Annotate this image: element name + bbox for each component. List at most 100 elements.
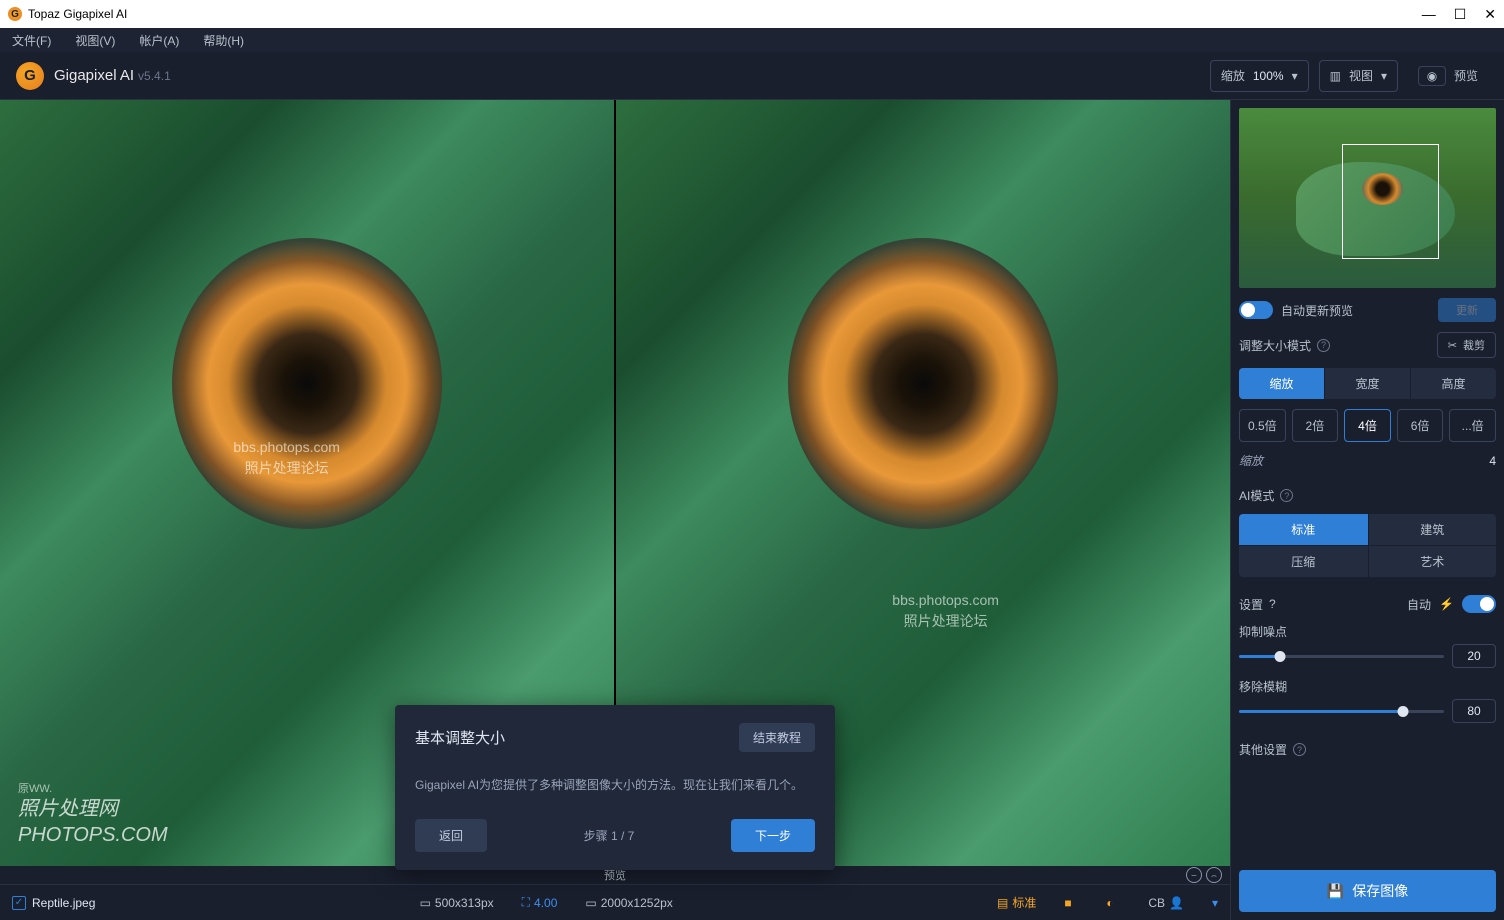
other-settings-label: 其他设置 xyxy=(1239,741,1287,758)
settings-label: 设置 xyxy=(1239,596,1263,613)
main-area: bbs.photops.com 照片处理论坛 bbs.photops.com 照… xyxy=(0,100,1230,920)
tutorial-description: Gigapixel AI为您提供了多种调整图像大小的方法。现在让我们来看几个。 xyxy=(415,776,815,795)
blur-slider[interactable] xyxy=(1239,710,1444,713)
crop-button[interactable]: ✂ 裁剪 xyxy=(1437,332,1496,358)
close-icon[interactable]: ✕ xyxy=(1484,6,1496,23)
watermark: bbs.photops.com 照片处理论坛 xyxy=(892,590,999,632)
noise-slider[interactable] xyxy=(1239,655,1444,658)
noise-slider-block: 抑制噪点 20 xyxy=(1239,623,1496,668)
lizard-eye xyxy=(788,238,1058,529)
menu-help[interactable]: 帮助(H) xyxy=(203,32,244,49)
help-icon[interactable]: ? xyxy=(1269,597,1276,611)
auto-update-label: 自动更新预览 xyxy=(1281,302,1430,319)
toolbar: G Gigapixel AI v5.4.1 缩放 100% ▾ ▥ 视图 ▾ ◉… xyxy=(0,52,1504,100)
ai-tab-compress[interactable]: 压缩 xyxy=(1239,545,1368,577)
blur-value[interactable]: 80 xyxy=(1452,699,1496,723)
window-title: Topaz Gigapixel AI xyxy=(28,7,1422,21)
output-dimensions: ▭ 2000x1252px xyxy=(585,896,672,910)
auto-update-toggle[interactable] xyxy=(1239,301,1273,319)
expand-icon: ⛶ xyxy=(522,895,530,910)
scale-4x[interactable]: 4倍 xyxy=(1344,409,1391,442)
tab-scale[interactable]: 缩放 xyxy=(1239,368,1324,399)
minimize-icon[interactable]: — xyxy=(1422,6,1436,23)
app-logo: G xyxy=(16,62,44,90)
menu-account[interactable]: 帐户(A) xyxy=(139,32,179,49)
scale-custom[interactable]: ...倍 xyxy=(1449,409,1496,442)
chevron-down-icon: ▾ xyxy=(1292,69,1298,83)
scale-factor: ⛶ 4.00 xyxy=(522,895,558,910)
sad-face-icon[interactable]: ⌢ xyxy=(1206,867,1222,883)
scale-05x[interactable]: 0.5倍 xyxy=(1239,409,1286,442)
ai-tab-architecture[interactable]: 建筑 xyxy=(1368,514,1497,545)
save-image-button[interactable]: 💾 保存图像 xyxy=(1239,870,1496,912)
noise-label: 抑制噪点 xyxy=(1239,623,1287,640)
help-icon[interactable]: ? xyxy=(1293,743,1306,756)
scale-2x[interactable]: 2倍 xyxy=(1292,409,1339,442)
crop-icon: ✂ xyxy=(1448,339,1457,352)
help-icon[interactable]: ? xyxy=(1317,339,1330,352)
thumbnail-navigator[interactable] xyxy=(1239,108,1496,288)
crop-region[interactable] xyxy=(1342,144,1440,259)
mode-indicator: ▤ 标准 xyxy=(997,894,1036,911)
scale-6x[interactable]: 6倍 xyxy=(1397,409,1444,442)
ai-mode-label: AI模式 xyxy=(1239,487,1274,504)
tutorial-back-button[interactable]: 返回 xyxy=(415,819,487,852)
menu-file[interactable]: 文件(F) xyxy=(12,32,51,49)
app-version: v5.4.1 xyxy=(138,69,171,83)
zoom-value: 100% xyxy=(1253,69,1284,83)
lizard-eye xyxy=(172,238,442,529)
tab-height[interactable]: 高度 xyxy=(1410,368,1496,399)
view-label: 视图 xyxy=(1349,67,1373,84)
window-titlebar: G Topaz Gigapixel AI — ☐ ✕ xyxy=(0,0,1504,28)
preview-control[interactable]: ◉ 预览 xyxy=(1408,60,1488,92)
auto-settings-toggle[interactable] xyxy=(1462,595,1496,613)
chevron-down-icon[interactable]: ▾ xyxy=(1212,896,1218,910)
scale-label: 缩放 xyxy=(1239,452,1263,469)
noise-value[interactable]: 20 xyxy=(1452,644,1496,668)
happy-face-icon[interactable]: ⌣ xyxy=(1186,867,1202,883)
menu-view[interactable]: 视图(V) xyxy=(75,32,115,49)
eye-icon: ◉ xyxy=(1418,66,1446,86)
filename: Reptile.jpeg xyxy=(32,896,95,910)
dimensions-icon: ▭ xyxy=(585,896,596,910)
tutorial-popup: 基本调整大小 结束教程 Gigapixel AI为您提供了多种调整图像大小的方法… xyxy=(395,705,835,870)
help-icon[interactable]: ? xyxy=(1280,489,1293,502)
blur-label: 移除模糊 xyxy=(1239,678,1287,695)
end-tutorial-button[interactable]: 结束教程 xyxy=(739,723,815,752)
resize-mode-tabs: 缩放 宽度 高度 xyxy=(1239,368,1496,399)
zoom-label: 缩放 xyxy=(1221,67,1245,84)
refresh-button[interactable]: 更新 xyxy=(1438,298,1496,322)
original-dimensions: ▭ 500x313px xyxy=(420,896,494,910)
menubar: 文件(F) 视图(V) 帐户(A) 帮助(H) xyxy=(0,28,1504,52)
tutorial-title: 基本调整大小 xyxy=(415,727,505,748)
dimensions-icon: ▭ xyxy=(420,896,431,910)
chevron-down-icon: ▾ xyxy=(1381,69,1387,83)
person-icon: 👤 xyxy=(1169,896,1184,910)
view-control[interactable]: ▥ 视图 ▾ xyxy=(1319,60,1398,92)
sidebar: 自动更新预览 更新 调整大小模式 ? ✂ 裁剪 缩放 宽度 高度 0.5倍 2倍… xyxy=(1230,100,1504,920)
tab-width[interactable]: 宽度 xyxy=(1324,368,1410,399)
zoom-control[interactable]: 缩放 100% ▾ xyxy=(1210,60,1309,92)
save-icon: 💾 xyxy=(1327,883,1344,900)
blur-slider-block: 移除模糊 80 xyxy=(1239,678,1496,723)
resize-mode-label: 调整大小模式 xyxy=(1239,337,1311,354)
corner-watermark: 原WW. 照片处理网 PHOTOPS.COM xyxy=(18,782,168,848)
maximize-icon[interactable]: ☐ xyxy=(1454,6,1467,23)
file-checkbox[interactable]: ✓ xyxy=(12,896,26,910)
tutorial-step: 步骤 1 / 7 xyxy=(487,827,731,844)
cb-indicator: CB 👤 xyxy=(1148,896,1184,910)
app-logo-small: G xyxy=(8,7,22,21)
ai-tab-art[interactable]: 艺术 xyxy=(1368,545,1497,577)
scale-value: 4 xyxy=(1489,454,1496,468)
bolt-icon: ⚡ xyxy=(1439,597,1454,611)
tutorial-next-button[interactable]: 下一步 xyxy=(731,819,815,852)
scale-options: 0.5倍 2倍 4倍 6倍 ...倍 xyxy=(1239,409,1496,442)
ai-mode-tabs: 标准 建筑 压缩 艺术 xyxy=(1239,514,1496,577)
compare-icon: ▥ xyxy=(1330,69,1341,83)
status-bar: ✓ Reptile.jpeg ▭ 500x313px ⛶ 4.00 ▭ 2000… xyxy=(0,884,1230,920)
image-icon: ▤ xyxy=(997,896,1008,910)
contrast-icon: ◐ xyxy=(1106,896,1120,910)
square-icon: ■ xyxy=(1064,896,1078,910)
app-name: Gigapixel AI xyxy=(54,67,134,84)
ai-tab-standard[interactable]: 标准 xyxy=(1239,514,1368,545)
